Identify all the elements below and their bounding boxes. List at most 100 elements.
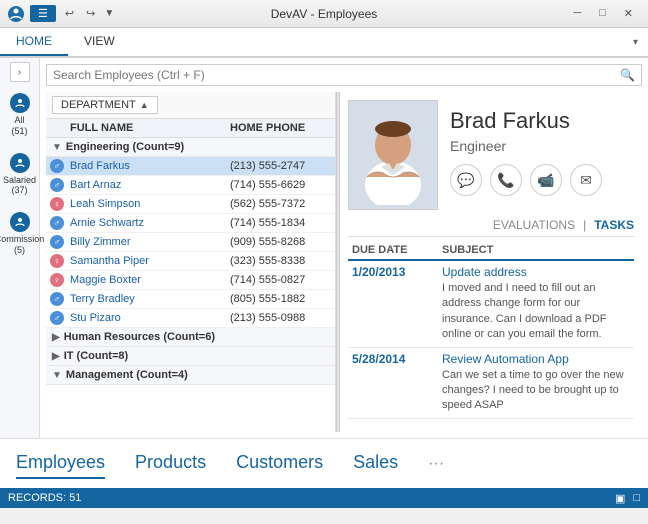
menu-button[interactable]: ☰ xyxy=(30,5,56,22)
title-bar-left: ☰ ↩ ↪ ▼ xyxy=(8,5,114,22)
table-row[interactable]: ♀ Samantha Piper (323) 555-8338 xyxy=(46,252,335,271)
panels: DEPARTMENT ▲ FULL NAME HOME PHONE ▼ Engi… xyxy=(46,92,642,432)
status-list-icon[interactable]: □ xyxy=(633,492,640,504)
sidebar-item-all[interactable]: All (51) xyxy=(3,86,37,144)
employee-phone: (213) 555-2747 xyxy=(230,160,335,172)
task-date: 5/28/2014 xyxy=(352,352,442,366)
close-button[interactable]: ✕ xyxy=(617,4,640,23)
task-date-row: 1/20/2013 Update address xyxy=(352,265,630,279)
records-count: RECORDS: 51 xyxy=(8,492,81,504)
employee-name: Billy Zimmer xyxy=(70,236,230,248)
content-area: 🔍 DEPARTMENT ▲ FULL NAME HOME PHONE xyxy=(40,58,648,438)
employee-name: Samantha Piper xyxy=(70,255,230,267)
gender-icon: ♂ xyxy=(50,292,64,306)
table-row[interactable]: ♂ Terry Bradley (805) 555-1882 xyxy=(46,290,335,309)
status-bar-right: ▣ □ xyxy=(615,492,640,505)
tab-view[interactable]: VIEW xyxy=(68,28,131,56)
tasks-divider: | xyxy=(583,218,586,232)
bottom-tab-employees[interactable]: Employees xyxy=(16,448,105,479)
sidebar-expand-button[interactable]: › xyxy=(10,62,30,82)
search-icon[interactable]: 🔍 xyxy=(620,68,635,82)
maximize-button[interactable]: □ xyxy=(592,4,613,23)
bottom-tab-products[interactable]: Products xyxy=(135,448,206,479)
minimize-button[interactable]: ─ xyxy=(566,4,588,23)
employee-name: Arnie Schwartz xyxy=(70,217,230,229)
gender-icon: ♂ xyxy=(50,235,64,249)
task-date-row: 5/28/2014 Review Automation App xyxy=(352,352,630,366)
group-hr[interactable]: ▶ Human Resources (Count=6) xyxy=(46,328,335,347)
left-sidebar: › All (51) Salaried (37) Commission (5) xyxy=(0,58,40,438)
commission-icon xyxy=(10,212,30,232)
status-bar: RECORDS: 51 ▣ □ xyxy=(0,488,648,508)
table-row[interactable]: ♂ Stu Pizaro (213) 555-0988 xyxy=(46,309,335,328)
tab-evaluations[interactable]: EVALUATIONS xyxy=(493,218,575,232)
sidebar-all-label: All (51) xyxy=(8,115,32,137)
group-engineering[interactable]: ▼ Engineering (Count=9) xyxy=(46,138,335,157)
employee-detail-title: Engineer xyxy=(450,138,634,154)
col-icon xyxy=(50,122,70,134)
search-bar: 🔍 xyxy=(46,64,642,86)
table-row[interactable]: ♀ Leah Simpson (562) 555-7372 xyxy=(46,195,335,214)
detail-panel: Brad Farkus Engineer 💬 📞 📹 ✉ EVALUATIONS… xyxy=(340,92,642,432)
employee-name: Maggie Boxter xyxy=(70,274,230,286)
sidebar-item-commission[interactable]: Commission (5) xyxy=(3,205,37,263)
sidebar-item-salaried[interactable]: Salaried (37) xyxy=(3,146,37,204)
table-row[interactable]: ♀ Maggie Boxter (714) 555-0827 xyxy=(46,271,335,290)
gender-icon: ♂ xyxy=(50,216,64,230)
status-grid-icon[interactable]: ▣ xyxy=(615,492,625,505)
gender-icon: ♀ xyxy=(50,273,64,287)
group-hr-label: Human Resources (Count=6) xyxy=(64,331,215,343)
search-input[interactable] xyxy=(53,68,620,82)
employee-photo xyxy=(348,100,438,210)
quick-access-dropdown[interactable]: ▼ xyxy=(104,8,114,19)
gender-icon: ♂ xyxy=(50,159,64,173)
table-row[interactable]: ♂ Brad Farkus (213) 555-2747 xyxy=(46,157,335,176)
employee-list-panel: DEPARTMENT ▲ FULL NAME HOME PHONE ▼ Engi… xyxy=(46,92,336,432)
tab-tasks[interactable]: TASKS xyxy=(594,218,634,232)
ribbon-collapse-button[interactable]: ▾ xyxy=(623,31,648,54)
group-management-label: Management (Count=4) xyxy=(66,369,188,381)
employee-detail-name: Brad Farkus xyxy=(450,108,634,134)
gender-icon: ♂ xyxy=(50,178,64,192)
group-toggle-hr: ▶ xyxy=(52,332,60,343)
gender-icon: ♀ xyxy=(50,197,64,211)
tab-home[interactable]: HOME xyxy=(0,28,68,56)
app-icon xyxy=(8,6,24,22)
ribbon: HOME VIEW ▾ xyxy=(0,28,648,58)
redo-button[interactable]: ↪ xyxy=(83,5,98,22)
gender-icon: ♀ xyxy=(50,254,64,268)
sidebar-salaried-label: Salaried (37) xyxy=(3,175,36,197)
bottom-tab-sales[interactable]: Sales xyxy=(353,448,398,479)
detail-header: Brad Farkus Engineer 💬 📞 📹 ✉ xyxy=(348,100,634,210)
gender-icon: ♂ xyxy=(50,311,64,325)
chat-button[interactable]: 💬 xyxy=(450,164,482,196)
employee-name: Terry Bradley xyxy=(70,293,230,305)
list-item[interactable]: 1/20/2013 Update address I moved and I n… xyxy=(348,261,634,348)
table-row[interactable]: ♂ Bart Arnaz (714) 555-6629 xyxy=(46,176,335,195)
main-container: › All (51) Salaried (37) Commission (5) xyxy=(0,58,648,438)
employee-table: ▼ Engineering (Count=9) ♂ Brad Farkus (2… xyxy=(46,138,335,432)
employee-name: Bart Arnaz xyxy=(70,179,230,191)
employee-phone: (805) 555-1882 xyxy=(230,293,335,305)
table-row[interactable]: ♂ Arnie Schwartz (714) 555-1834 xyxy=(46,214,335,233)
list-item[interactable]: 5/28/2014 Review Automation App Can we s… xyxy=(348,348,634,419)
employee-phone: (714) 555-6629 xyxy=(230,179,335,191)
col-fullname: FULL NAME xyxy=(70,122,230,134)
group-management[interactable]: ▼ Management (Count=4) xyxy=(46,366,335,385)
undo-button[interactable]: ↩ xyxy=(62,5,77,22)
table-header: FULL NAME HOME PHONE xyxy=(46,119,335,138)
table-row[interactable]: ♂ Billy Zimmer (909) 555-8268 xyxy=(46,233,335,252)
video-button[interactable]: 📹 xyxy=(530,164,562,196)
dept-sort-header: DEPARTMENT ▲ xyxy=(46,92,335,119)
window-controls: ─ □ ✕ xyxy=(566,4,640,23)
window-title: DevAV - Employees xyxy=(271,7,377,21)
department-sort-button[interactable]: DEPARTMENT ▲ xyxy=(52,96,158,114)
call-button[interactable]: 📞 xyxy=(490,164,522,196)
more-tabs-button[interactable]: ··· xyxy=(428,455,444,473)
tasks-table: 1/20/2013 Update address I moved and I n… xyxy=(348,261,634,424)
bottom-tab-customers[interactable]: Customers xyxy=(236,448,323,479)
task-subject: Update address xyxy=(442,265,630,279)
email-button[interactable]: ✉ xyxy=(570,164,602,196)
group-it[interactable]: ▶ IT (Count=8) xyxy=(46,347,335,366)
dept-sort-label: DEPARTMENT xyxy=(61,99,136,111)
